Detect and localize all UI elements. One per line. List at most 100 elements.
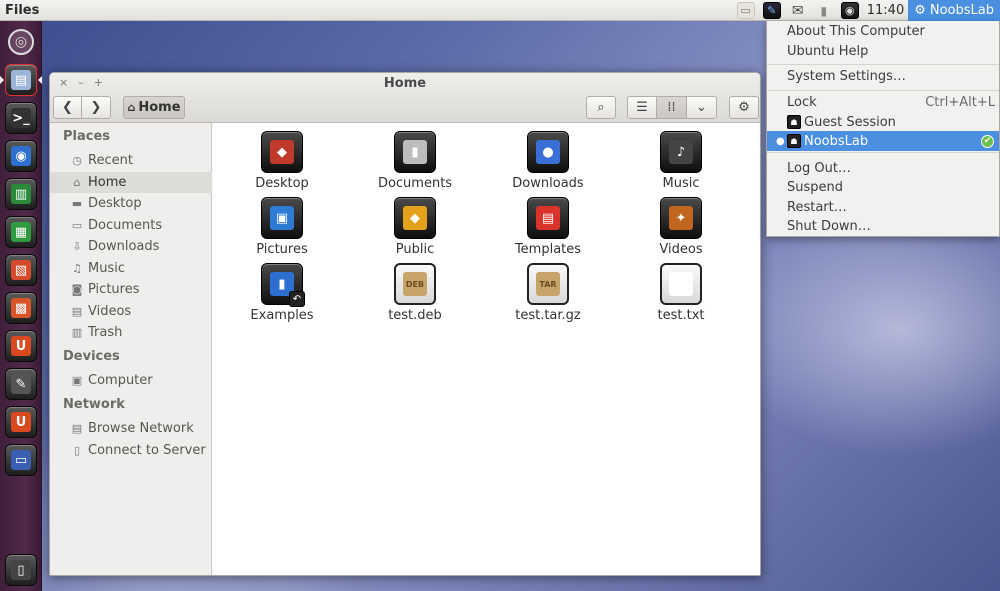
menu-item-label: Lock <box>787 94 817 110</box>
sidebar-item-music[interactable]: ♫ Music <box>50 258 212 279</box>
path-home-button[interactable]: ⌂ Home <box>123 96 185 119</box>
menu-item-log-out[interactable]: Log Out… <box>767 158 999 178</box>
libreoffice-calc-icon: ▦ <box>11 222 31 242</box>
sidebar-item-label: Trash <box>88 325 123 340</box>
launcher-item-dash-home[interactable]: ◎ <box>5 26 37 58</box>
launcher-item-libreoffice-calc[interactable]: ▦ <box>5 216 37 248</box>
file-item[interactable]: ▮ Documents <box>350 131 480 193</box>
keyboard-icon: ▭ <box>736 2 755 19</box>
recent-icon: ◷ <box>72 154 82 167</box>
settings-button[interactable]: ⚙ <box>729 96 759 119</box>
menu-item-lock[interactable]: Lock Ctrl+Alt+L <box>767 92 999 112</box>
libreoffice-impress-icon: ▧ <box>11 260 31 280</box>
file-icon-glyph: ▮ <box>403 140 427 164</box>
launcher-item-system-settings[interactable]: ✎ <box>5 368 37 400</box>
launcher-item-files-app[interactable]: ▤ <box>5 64 37 96</box>
trash-icon: ▥ <box>71 326 83 339</box>
sidebar-item-computer[interactable]: ▣ Computer <box>50 370 212 391</box>
menu-item-shut-down[interactable]: Shut Down… <box>767 216 999 236</box>
menu-item-noobslab[interactable]: ● ☗ NoobsLab ✔ <box>767 131 999 151</box>
sidebar-item-label: Pictures <box>88 282 140 297</box>
list-view-button[interactable]: ☰ <box>627 96 657 119</box>
file-item[interactable]: ▣ Pictures <box>217 197 347 259</box>
menu-item-ubuntu-help[interactable]: Ubuntu Help <box>767 41 999 61</box>
templates-folder-icon: ▤ <box>527 197 569 239</box>
firefox-icon: ◉ <box>11 146 31 166</box>
gear-icon: ⚙ <box>914 3 926 18</box>
back-button[interactable]: ❮ <box>53 96 82 119</box>
view-options-button[interactable]: ⌄ <box>686 96 717 119</box>
sidebar-item-videos[interactable]: ▤ Videos <box>50 301 212 322</box>
session-user-label: NoobsLab <box>929 3 994 18</box>
file-item[interactable]: ♪ Music <box>616 131 746 193</box>
launcher-item-trash[interactable]: ▯ <box>5 554 37 586</box>
top-panel: Files ▭ ✎ ✉ ▮ ◉ 11:40 ⚙ NoobsLab <box>0 0 1000 21</box>
menu-item-guest-session[interactable]: ☗ Guest Session <box>767 112 999 132</box>
sidebar-item-desktop[interactable]: ▬ Desktop <box>50 193 212 214</box>
file-item[interactable]: ◆ Public <box>350 197 480 259</box>
app-title: Files <box>5 2 40 18</box>
file-item[interactable]: ● Downloads <box>483 131 613 193</box>
keyboard-indicator[interactable]: ▭ <box>733 0 759 21</box>
file-item[interactable]: ▮ ↶ Examples <box>217 263 347 325</box>
file-item[interactable]: DEB test.deb <box>350 263 480 325</box>
grid-view-button[interactable]: ⁞⁞ <box>656 96 687 119</box>
session-indicator[interactable]: ⚙ NoobsLab <box>908 0 1000 21</box>
forward-button[interactable]: ❯ <box>81 96 111 119</box>
libreoffice-writer-icon: ▥ <box>11 184 31 204</box>
pidgin-indicator[interactable]: ✎ <box>759 0 785 21</box>
sidebar-item-pictures[interactable]: ◙ Pictures <box>50 279 212 300</box>
sidebar-item-downloads[interactable]: ⇩ Downloads <box>50 236 212 257</box>
running-indicator <box>0 76 4 84</box>
menu-separator <box>767 90 999 91</box>
launcher-item-libreoffice-writer[interactable]: ▥ <box>5 178 37 210</box>
menu-item-label: NoobsLab <box>804 133 869 149</box>
launcher-item-terminal[interactable]: >_ <box>5 102 37 134</box>
menu-item-system-settings[interactable]: System Settings… <box>767 66 999 86</box>
launcher-item-ubuntu-one-music[interactable]: U <box>5 406 37 438</box>
battery-icon: ▮ <box>820 3 828 18</box>
sound-indicator[interactable]: ◉ <box>837 0 863 21</box>
search-button[interactable]: ⌕ <box>586 96 616 119</box>
menu-item-about-this-computer[interactable]: About This Computer <box>767 21 999 41</box>
launcher-item-ubuntu-one[interactable]: U <box>5 330 37 362</box>
sidebar-item-home[interactable]: ⌂ Home <box>50 171 212 193</box>
sidebar-item-recent[interactable]: ◷ Recent <box>50 150 212 171</box>
file-name: test.tar.gz <box>515 308 581 323</box>
menu-item-label: Suspend <box>787 179 844 195</box>
sidebar-item-documents[interactable]: ▭ Documents <box>50 215 212 236</box>
sidebar-item-browse-network[interactable]: ▤ Browse Network <box>50 418 212 439</box>
title-bar: × – + Home ❮ ❯ ⌂ Home ⌕ ☰ ⁞⁞ ⌄ ⚙ <box>50 73 760 123</box>
menu-item-label: Restart… <box>787 199 847 215</box>
launcher-item-software-center[interactable]: ▩ <box>5 292 37 324</box>
terminal-icon: >_ <box>11 108 31 128</box>
sidebar-item-trash[interactable]: ▥ Trash <box>50 322 212 343</box>
launcher-item-workspace-switcher[interactable]: ▭ <box>5 444 37 476</box>
file-item[interactable]: ◆ Desktop <box>217 131 347 193</box>
launcher-item-firefox[interactable]: ◉ <box>5 140 37 172</box>
videos-icon: ▤ <box>71 304 83 318</box>
file-item[interactable]: test.txt <box>616 263 746 325</box>
desktop-folder-icon: ◆ <box>261 131 303 173</box>
symlink-arrow-icon: ↶ <box>289 291 305 307</box>
devices-header: Devices <box>63 349 120 364</box>
places-header: Places <box>63 129 111 144</box>
documents-folder-icon: ▮ <box>394 131 436 173</box>
file-item[interactable]: TAR test.tar.gz <box>483 263 613 325</box>
file-item[interactable]: ▤ Templates <box>483 197 613 259</box>
tar-archive-icon: TAR <box>527 263 569 305</box>
mail-icon: ✉ <box>791 2 804 19</box>
file-item[interactable]: ✦ Videos <box>616 197 746 259</box>
menu-item-restart[interactable]: Restart… <box>767 197 999 217</box>
file-name: test.txt <box>657 308 705 323</box>
battery-indicator[interactable]: ▮ <box>811 0 837 21</box>
desktop-folder-icon: ▬ <box>71 197 83 210</box>
file-icon-glyph: ▣ <box>270 206 294 230</box>
launcher-item-libreoffice-impress[interactable]: ▧ <box>5 254 37 286</box>
window-title: Home <box>383 76 427 91</box>
sidebar-item-connect-to-server[interactable]: ▯ Connect to Server <box>50 440 212 461</box>
workspace-switcher-icon: ▭ <box>11 450 31 470</box>
clock[interactable]: 11:40 <box>863 3 908 18</box>
menu-item-suspend[interactable]: Suspend <box>767 177 999 197</box>
mail-indicator[interactable]: ✉ <box>785 0 811 21</box>
